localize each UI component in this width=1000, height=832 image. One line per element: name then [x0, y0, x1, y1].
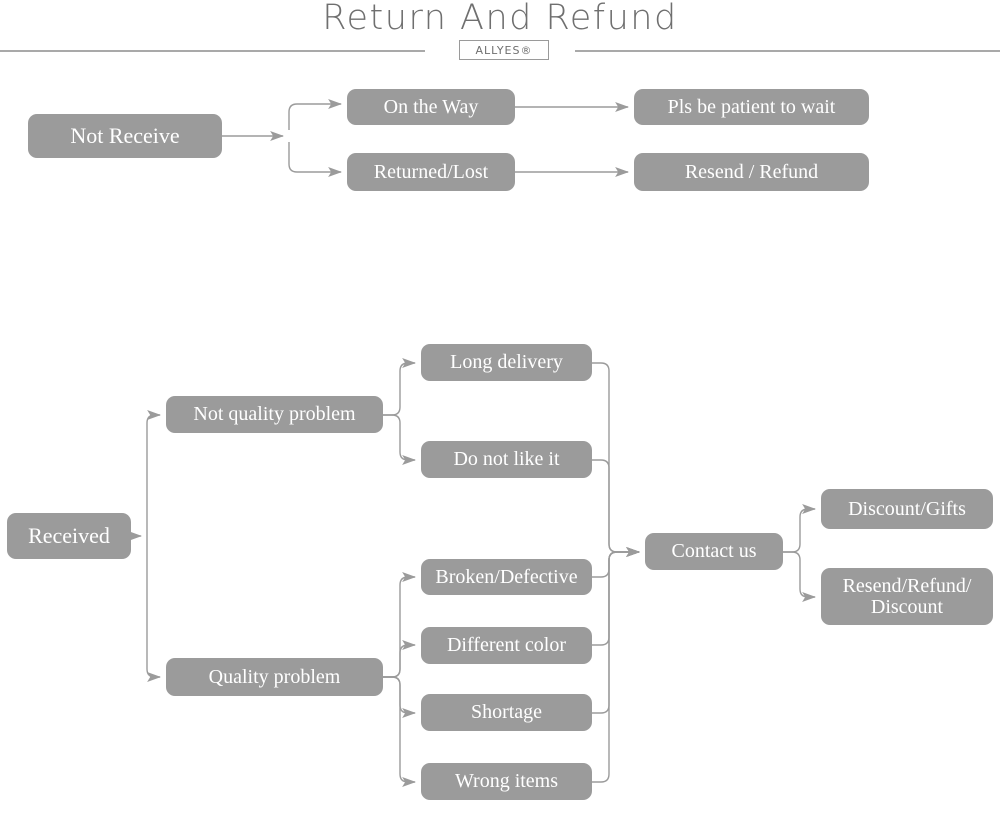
node-on-the-way[interactable]: On the Way: [347, 89, 515, 125]
node-pls-be-patient-to-wait[interactable]: Pls be patient to wait: [634, 89, 869, 125]
node-received[interactable]: Received: [7, 513, 131, 559]
edge-long-delivery-to-contact: [592, 362, 641, 558]
edge-do-not-like-to-contact: [592, 459, 641, 558]
edge-wrong-items-to-contact: [592, 546, 641, 783]
edge-quality-to-shortage: [383, 676, 417, 719]
node-resend-refund[interactable]: Resend / Refund: [634, 153, 869, 191]
edge-not-quality-to-long-delivery: [383, 357, 417, 416]
node-quality-problem[interactable]: Quality problem: [166, 658, 383, 696]
node-resend-refund-discount[interactable]: Resend/Refund/ Discount: [821, 568, 993, 625]
edge-quality-to-broken: [383, 571, 417, 678]
edge-split-to-not-quality: [146, 409, 162, 536]
edge-split-to-quality: [146, 536, 162, 683]
node-contact-us[interactable]: Contact us: [645, 533, 783, 570]
edge-contact-to-discount-gifts: [783, 503, 817, 553]
edge-split-to-on-the-way: [288, 98, 343, 130]
node-do-not-like-it[interactable]: Do not like it: [421, 441, 592, 478]
edge-quality-to-different-color: [383, 639, 417, 678]
edge-shortage-to-contact: [592, 546, 641, 714]
edge-not-quality-to-do-not-like: [383, 414, 417, 466]
node-different-color[interactable]: Different color: [421, 627, 592, 664]
node-broken-defective[interactable]: Broken/Defective: [421, 559, 592, 595]
node-long-delivery[interactable]: Long delivery: [421, 344, 592, 381]
node-shortage[interactable]: Shortage: [421, 694, 592, 731]
edge-split-to-returned-lost: [288, 142, 343, 178]
edge-different-color-to-contact: [592, 546, 641, 646]
edge-contact-to-resend-refund-discount: [783, 551, 817, 603]
node-not-receive[interactable]: Not Receive: [28, 114, 222, 158]
flowchart: Not Receive On the Way Returned/Lost Pls…: [0, 0, 1000, 832]
node-discount-gifts[interactable]: Discount/Gifts: [821, 489, 993, 529]
edge-broken-to-contact: [592, 546, 641, 578]
node-wrong-items[interactable]: Wrong items: [421, 763, 592, 800]
node-not-quality-problem[interactable]: Not quality problem: [166, 396, 383, 433]
edge-quality-to-wrong-items: [383, 676, 417, 788]
node-returned-lost[interactable]: Returned/Lost: [347, 153, 515, 191]
